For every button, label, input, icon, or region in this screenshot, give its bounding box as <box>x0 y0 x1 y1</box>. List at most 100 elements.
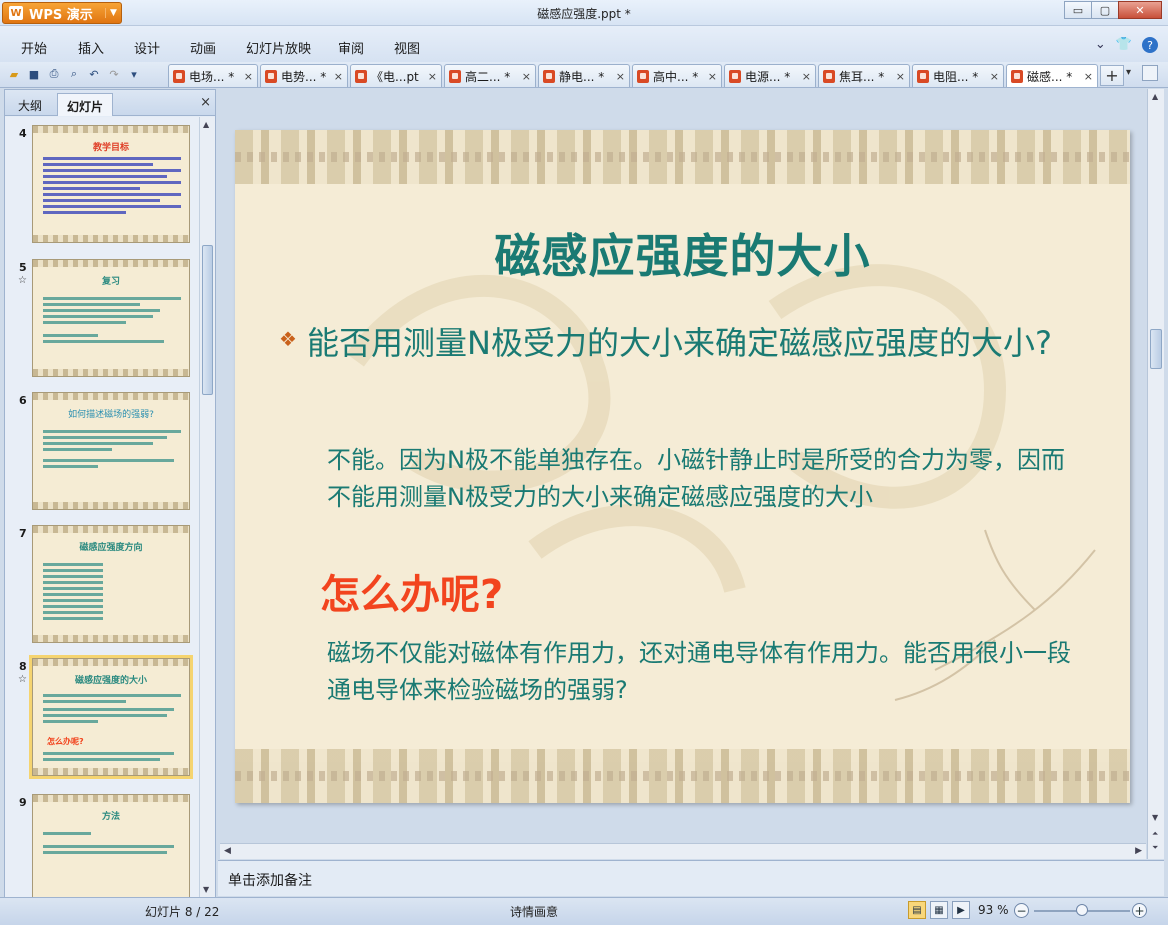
scroll-right-icon[interactable]: ▶ <box>1135 846 1142 856</box>
restore-button[interactable]: ▢ <box>1091 1 1119 19</box>
slide-sorter-icon[interactable]: ▦ <box>930 901 948 919</box>
document-tab-bar: ▰ ■ ⎙ ⌕ ↶ ↷ ▾ 电场... * × 电势... * × 《电...pt ×… <box>0 62 1168 88</box>
slides-panel: 大纲 幻灯片 × 4 教学目标 5 ☆ 复习 6 如何描述磁场的强弱? 7 磁感… <box>4 89 216 897</box>
tab-outline[interactable]: 大纲 <box>9 93 51 116</box>
diamond-bullet-icon: ❖ <box>279 327 297 351</box>
ppt-file-icon <box>729 69 741 83</box>
doc-tab[interactable]: 电阻... * × <box>912 64 1004 87</box>
scroll-up-icon[interactable]: ▲ <box>1152 92 1158 101</box>
save-icon[interactable]: ■ <box>26 66 42 82</box>
question-text[interactable]: 能否用测量N极受力的大小来确定磁感应强度的大小? <box>307 320 1077 366</box>
tab-close-icon[interactable]: × <box>708 70 717 83</box>
collapse-ribbon-icon[interactable]: ⌄ <box>1095 37 1106 53</box>
explanation-text[interactable]: 磁场不仅能对磁体有作用力，还对通电导体有作用力。能否用很小一段通电导体来检验磁场… <box>327 635 1087 709</box>
doc-tab[interactable]: 电源... * × <box>724 64 816 87</box>
undo-icon[interactable]: ↶ <box>86 66 102 82</box>
scroll-down-icon[interactable]: ▼ <box>203 885 209 894</box>
restore-pane-icon[interactable] <box>1142 65 1158 81</box>
animation-star-icon: ☆ <box>18 275 27 286</box>
horizontal-scrollbar[interactable]: ◀ ▶ <box>220 843 1146 859</box>
zoom-in-button[interactable]: + <box>1132 903 1147 918</box>
menu-slideshow[interactable]: 幻灯片放映 <box>246 38 311 57</box>
zoom-slider-handle[interactable] <box>1076 904 1088 916</box>
thumbnail-list: 4 教学目标 5 ☆ 复习 6 如何描述磁场的强弱? 7 磁感应强度方向 8 ☆… <box>5 117 199 897</box>
decorative-border-bottom <box>235 749 1130 803</box>
thumbnail-frame[interactable]: 复习 <box>32 259 190 377</box>
tab-slides[interactable]: 幻灯片 <box>57 93 114 116</box>
tab-close-icon[interactable]: × <box>1084 70 1093 83</box>
decorative-border-top <box>235 130 1130 184</box>
tab-close-icon[interactable]: × <box>244 70 253 83</box>
print-icon[interactable]: ⎙ <box>46 66 62 82</box>
vertical-scrollbar[interactable]: ▲ ▼ ⏶ ⏷ <box>1147 89 1164 859</box>
open-folder-icon[interactable]: ▰ <box>6 66 22 82</box>
thumbnail-frame[interactable]: 如何描述磁场的强弱? <box>32 392 190 510</box>
normal-view-icon[interactable]: ▤ <box>908 901 926 919</box>
skin-shirt-icon[interactable]: 👕 <box>1116 37 1132 53</box>
slideshow-view-icon[interactable]: ▶ <box>952 901 970 919</box>
vertical-scroll-thumb[interactable] <box>1150 329 1162 369</box>
thumbnail-frame[interactable]: 方法 <box>32 794 190 897</box>
notes-area[interactable]: 单击添加备注 <box>218 860 1164 896</box>
slide-edit-area: 磁感应强度的大小 ❖ 能否用测量N极受力的大小来确定磁感应强度的大小? 不能。因… <box>218 89 1164 859</box>
redo-icon[interactable]: ↷ <box>106 66 122 82</box>
thumbnail-frame[interactable]: 教学目标 <box>32 125 190 243</box>
doc-tab[interactable]: 高二... * × <box>444 64 536 87</box>
tab-list-dropdown-icon[interactable]: ▾ <box>1126 67 1131 78</box>
print-preview-icon[interactable]: ⌕ <box>66 66 82 82</box>
status-bar: 幻灯片 8 / 22 诗情画意 ▤ ▦ ▶ 93 % − + <box>0 897 1168 925</box>
ppt-file-icon <box>823 69 835 83</box>
ppt-file-icon <box>449 69 461 83</box>
menu-review[interactable]: 审阅 <box>338 38 364 57</box>
thumbnail-extra-text: 怎么办呢? <box>47 737 84 746</box>
close-window-button[interactable]: ✕ <box>1118 1 1162 19</box>
answer-text[interactable]: 不能。因为N极不能单独存在。小磁针静止时是所受的合力为零，因而不能用测量N极受力… <box>327 442 1087 516</box>
thumbnail-frame[interactable]: 磁感应强度的大小 怎么办呢? <box>29 655 193 779</box>
slide-title[interactable]: 磁感应强度的大小 <box>235 220 1130 286</box>
new-tab-button[interactable]: + <box>1100 65 1124 86</box>
thumbnail-frame[interactable]: 磁感应强度方向 <box>32 525 190 643</box>
menu-bar: 开始 插入 设计 动画 幻灯片放映 审阅 视图 ⌄ 👕 ? <box>0 26 1168 62</box>
ppt-file-icon <box>355 69 367 83</box>
tab-close-icon[interactable]: × <box>522 70 531 83</box>
tab-close-icon[interactable]: × <box>334 70 343 83</box>
zoom-out-button[interactable]: − <box>1014 903 1029 918</box>
panel-close-icon[interactable]: × <box>200 95 211 110</box>
ppt-file-icon <box>637 69 649 83</box>
panel-scroll-thumb[interactable] <box>202 245 213 395</box>
theme-name: 诗情画意 <box>510 905 559 919</box>
next-slide-icon[interactable]: ⏷ <box>1152 843 1158 853</box>
menu-home[interactable]: 开始 <box>21 38 47 57</box>
scroll-up-icon[interactable]: ▲ <box>203 120 209 129</box>
quick-access-dropdown-icon[interactable]: ▾ <box>126 66 142 82</box>
doc-tab[interactable]: 焦耳... * × <box>818 64 910 87</box>
scroll-left-icon[interactable]: ◀ <box>224 846 231 856</box>
minimize-button[interactable]: ▭ <box>1064 1 1092 19</box>
previous-slide-icon[interactable]: ⏶ <box>1152 829 1158 839</box>
ppt-file-icon <box>917 69 929 83</box>
doc-tab[interactable]: 电场... * × <box>168 64 258 87</box>
menu-insert[interactable]: 插入 <box>78 38 104 57</box>
tab-close-icon[interactable]: × <box>802 70 811 83</box>
doc-tab[interactable]: 《电...pt × <box>350 64 442 87</box>
doc-tab[interactable]: 高中... * × <box>632 64 722 87</box>
panel-scrollbar[interactable]: ▲ ▼ <box>199 117 215 897</box>
tab-close-icon[interactable]: × <box>896 70 905 83</box>
zoom-level: 93 % <box>978 903 1009 917</box>
tab-close-icon[interactable]: × <box>428 70 437 83</box>
doc-tab[interactable]: 静电... * × <box>538 64 630 87</box>
current-slide[interactable]: 磁感应强度的大小 ❖ 能否用测量N极受力的大小来确定磁感应强度的大小? 不能。因… <box>235 130 1130 803</box>
how-to-heading[interactable]: 怎么办呢? <box>320 562 503 620</box>
help-icon[interactable]: ? <box>1142 37 1158 53</box>
document-title: 磁感应强度.ppt * <box>537 7 631 21</box>
menu-design[interactable]: 设计 <box>134 38 160 57</box>
doc-tab-active[interactable]: 磁感... * × <box>1006 64 1098 87</box>
doc-tab[interactable]: 电势... * × <box>260 64 348 87</box>
tab-close-icon[interactable]: × <box>990 70 999 83</box>
menu-view[interactable]: 视图 <box>394 38 420 57</box>
ppt-file-icon <box>543 69 555 83</box>
scroll-down-icon[interactable]: ▼ <box>1152 813 1158 822</box>
menu-animation[interactable]: 动画 <box>190 38 216 57</box>
ppt-file-icon <box>173 69 185 83</box>
tab-close-icon[interactable]: × <box>616 70 625 83</box>
